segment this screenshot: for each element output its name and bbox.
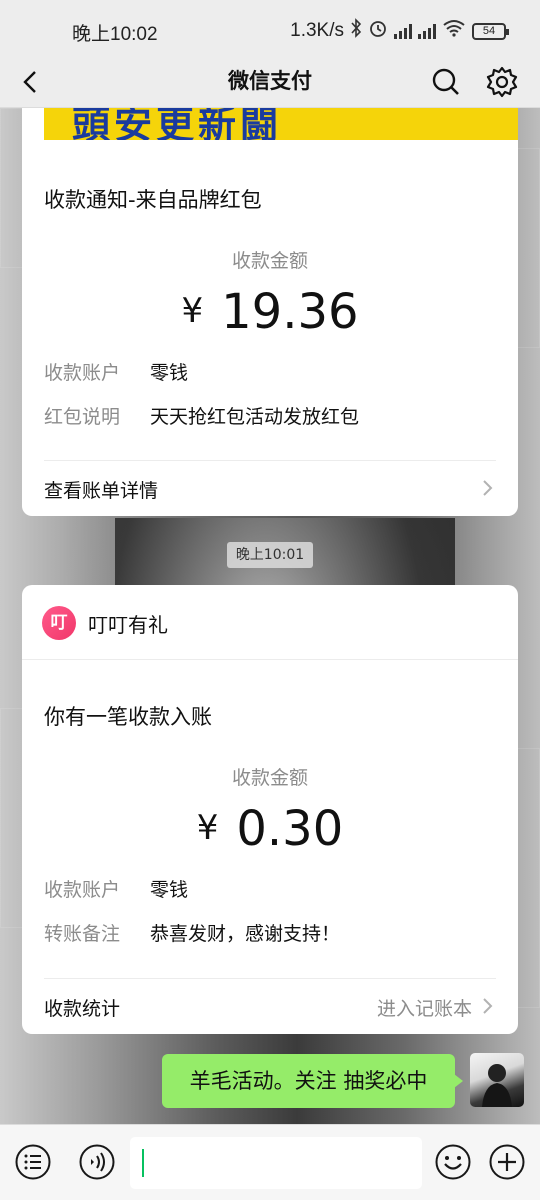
- amount-value: ¥19.36: [22, 284, 518, 340]
- divider: [44, 460, 496, 461]
- bluetooth-icon: [350, 18, 362, 44]
- voice-icon: [79, 1144, 115, 1180]
- amount-number: 0.30: [236, 801, 344, 857]
- view-bill-details-link[interactable]: 查看账单详情: [44, 476, 496, 503]
- signal-icon: [394, 23, 412, 39]
- link-label: 查看账单详情: [44, 480, 159, 502]
- detail-key: 红包说明: [44, 406, 121, 428]
- detail-value: 零钱: [150, 362, 189, 384]
- chevron-right-icon: [483, 480, 493, 496]
- detail-row: 转账备注 恭喜发财，感谢支持！: [44, 919, 340, 946]
- currency-symbol: ¥: [181, 291, 204, 331]
- avatar-figure: [482, 1064, 512, 1107]
- list-menu-icon: [15, 1144, 51, 1180]
- brand-name: 叮叮有礼: [88, 613, 168, 637]
- voice-button[interactable]: [78, 1143, 116, 1181]
- nav-bar: 微信支付: [0, 56, 540, 108]
- emoji-button[interactable]: [434, 1143, 472, 1181]
- amount-number: 19.36: [221, 284, 359, 340]
- gear-icon: [486, 66, 518, 98]
- currency-symbol: ¥: [196, 808, 219, 848]
- status-bar: 晚上10:02 1.3K/s 54: [0, 0, 540, 56]
- chevron-right-icon: [483, 998, 493, 1014]
- wifi-icon: [442, 19, 466, 43]
- battery-indicator: 54: [472, 22, 509, 40]
- emoji-icon: [435, 1144, 471, 1180]
- signal-icon-2: [418, 23, 436, 39]
- detail-value: 天天抢红包活动发放红包: [150, 406, 360, 428]
- status-time: 晚上10:02: [72, 24, 158, 45]
- amount-value: ¥0.30: [22, 801, 518, 857]
- detail-key: 收款账户: [44, 362, 121, 384]
- detail-row: 红包说明 天天抢红包活动发放红包: [44, 402, 359, 429]
- amount-label: 收款金额: [231, 250, 308, 272]
- card-title: 你有一笔收款入账: [44, 705, 212, 729]
- message-timestamp: 晚上10:01: [227, 542, 313, 568]
- text-cursor: [142, 1149, 144, 1177]
- divider: [44, 978, 496, 979]
- plus-icon: [489, 1144, 525, 1180]
- promo-banner: 頭安更新闘: [44, 108, 518, 140]
- more-button[interactable]: [488, 1143, 526, 1181]
- detail-row: 收款账户 零钱: [44, 875, 188, 902]
- alarm-icon: [368, 18, 388, 44]
- banner-text: 頭安更新闘: [72, 108, 283, 140]
- link-label: 收款统计: [44, 998, 121, 1020]
- detail-row: 收款账户 零钱: [44, 358, 188, 385]
- detail-value: 恭喜发财，感谢支持！: [150, 923, 341, 945]
- menu-button[interactable]: [14, 1143, 52, 1181]
- settings-button[interactable]: [484, 64, 520, 100]
- search-button[interactable]: [428, 64, 464, 100]
- payment-notice-card[interactable]: 頭安更新闘 收款通知-来自品牌红包 收款金额 ¥19.36 收款账户 零钱 红包说…: [22, 108, 518, 516]
- detail-key: 转账备注: [44, 923, 121, 945]
- payment-stats-link[interactable]: 收款统计 进入记账本: [44, 994, 496, 1021]
- amount-label: 收款金额: [231, 767, 308, 789]
- detail-value: 零钱: [150, 879, 189, 901]
- payment-received-card[interactable]: 叮 叮叮有礼 你有一笔收款入账 收款金额 ¥0.30 收款账户 零钱 转账备注 恭喜…: [22, 585, 518, 1034]
- avatar[interactable]: [470, 1053, 524, 1107]
- network-speed: 1.3K/s: [290, 20, 344, 41]
- detail-key: 收款账户: [44, 879, 121, 901]
- search-icon: [432, 68, 459, 95]
- brand-logo: 叮: [42, 606, 76, 640]
- card-title: 收款通知-来自品牌红包: [44, 188, 262, 212]
- chat-input-bar: [0, 1124, 540, 1200]
- outgoing-message-bubble[interactable]: 羊毛活动。关注 抽奖必中: [162, 1054, 463, 1108]
- message-input[interactable]: [130, 1137, 422, 1189]
- card-header[interactable]: 叮 叮叮有礼: [22, 585, 518, 660]
- ledger-hint: 进入记账本: [376, 998, 472, 1020]
